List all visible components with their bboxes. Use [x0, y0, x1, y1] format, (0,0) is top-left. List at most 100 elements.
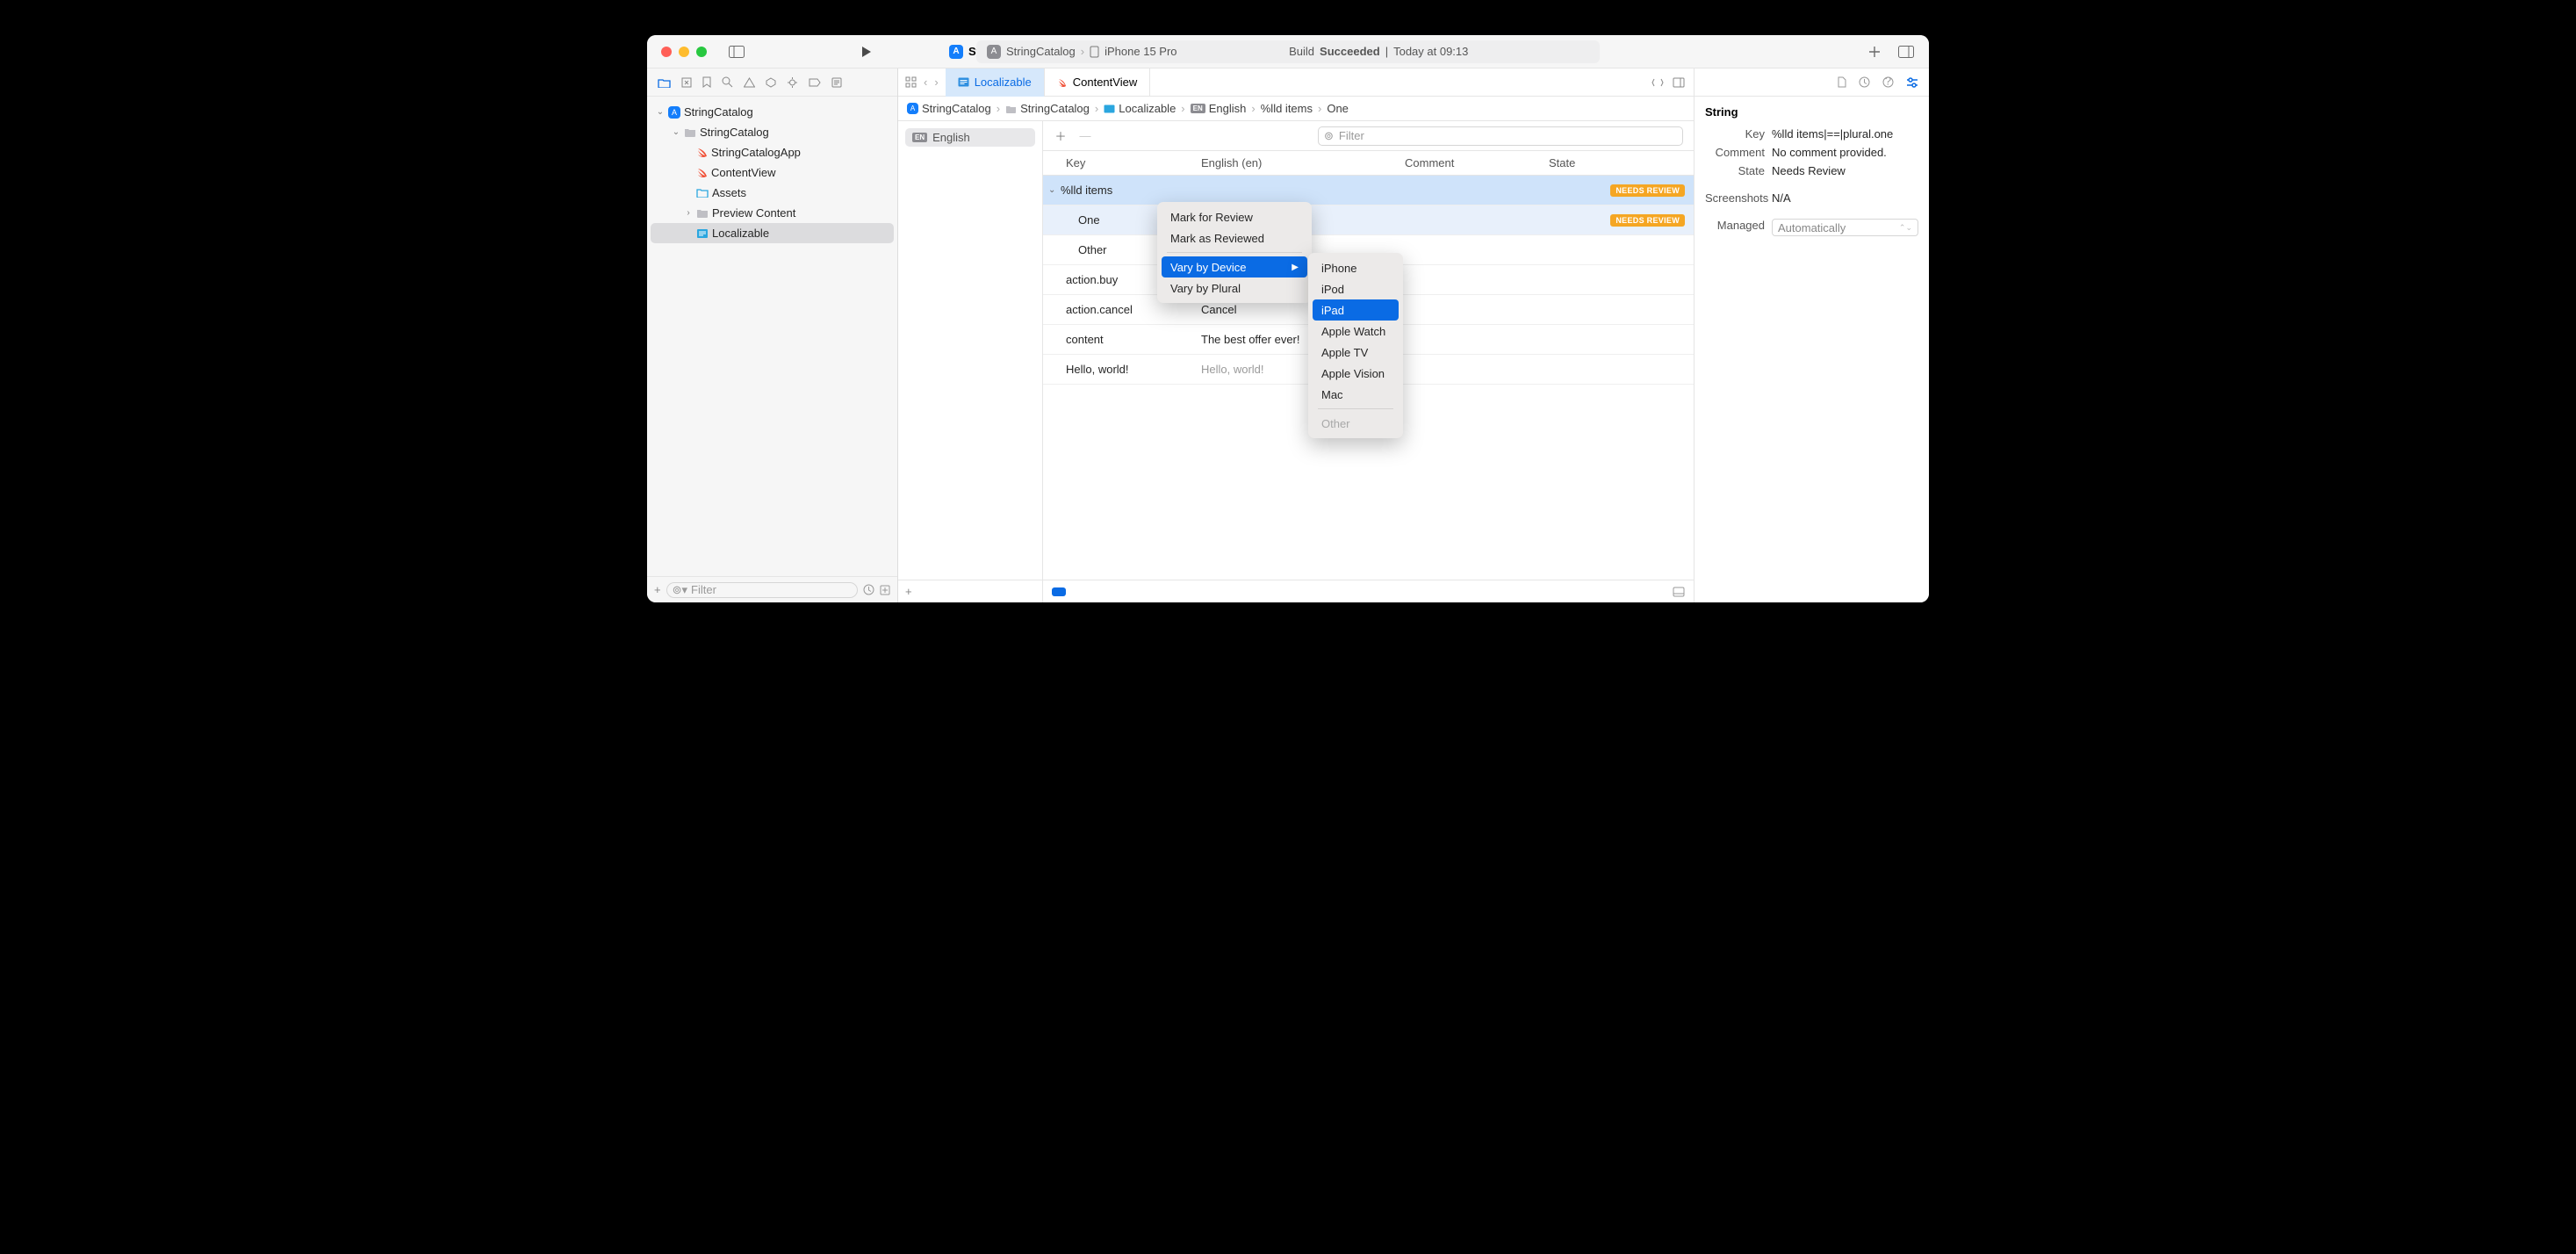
col-header-comment[interactable]: Comment: [1398, 156, 1542, 169]
disclosure-chevron-icon[interactable]: ⌄: [1048, 185, 1057, 195]
app-icon: A: [949, 45, 963, 59]
col-header-state[interactable]: State: [1542, 156, 1694, 169]
tree-file-contentview[interactable]: ContentView: [651, 162, 894, 183]
key-value: action.buy: [1066, 273, 1118, 286]
library-button[interactable]: [1894, 40, 1918, 64]
tree-file-app[interactable]: StringCatalogApp: [651, 142, 894, 162]
table-row-group[interactable]: ⌄%lld items NEEDS REVIEW: [1043, 176, 1694, 205]
navigator-selector: [647, 68, 897, 97]
menu-item-mac[interactable]: Mac: [1313, 384, 1399, 405]
remove-string-button[interactable]: —: [1078, 129, 1092, 142]
table-header: Key English (en) Comment State: [1043, 151, 1694, 176]
source-control-navigator-icon[interactable]: [681, 77, 692, 88]
tree-root[interactable]: ⌄ A StringCatalog: [651, 102, 894, 122]
menu-item-watch[interactable]: Apple Watch: [1313, 321, 1399, 342]
add-button[interactable]: [1862, 40, 1887, 64]
report-navigator-icon[interactable]: [831, 77, 842, 88]
menu-item-iphone[interactable]: iPhone: [1313, 257, 1399, 278]
disclosure-chevron-icon[interactable]: ⌄: [656, 107, 665, 117]
breadcrumb-item[interactable]: StringCatalog: [1020, 102, 1090, 115]
add-language-button[interactable]: +: [905, 585, 912, 598]
sidebar-toggle-icon[interactable]: [724, 40, 749, 64]
menu-item-ipad[interactable]: iPad: [1313, 299, 1399, 321]
status-result: Succeeded: [1320, 45, 1380, 58]
insp-label-managed: Managed: [1705, 219, 1772, 236]
menu-item-mark-reviewed[interactable]: Mark as Reviewed: [1162, 227, 1307, 249]
debug-navigator-icon[interactable]: [787, 77, 798, 88]
english-value: Hello, world!: [1201, 363, 1264, 376]
tab-contentview[interactable]: ContentView: [1045, 68, 1150, 97]
assets-icon: [696, 188, 709, 198]
attributes-inspector-icon[interactable]: [1906, 77, 1918, 88]
add-editor-icon[interactable]: [1673, 77, 1685, 88]
activity-bar[interactable]: A StringCatalog › iPhone 15 Pro Build Su…: [976, 40, 1600, 63]
table-body: ⌄%lld items NEEDS REVIEW One NEEDS REVIE…: [1043, 176, 1694, 580]
col-header-english[interactable]: English (en): [1194, 156, 1398, 169]
run-button[interactable]: [854, 40, 879, 64]
bookmarks-navigator-icon[interactable]: [702, 76, 711, 88]
issue-navigator-icon[interactable]: [744, 77, 755, 88]
menu-item-label: Apple Watch: [1321, 325, 1385, 338]
tree-label: StringCatalogApp: [711, 146, 801, 159]
submenu-arrow-icon: ▶: [1292, 263, 1299, 272]
table-row-one[interactable]: One NEEDS REVIEW: [1043, 205, 1694, 235]
breakpoint-navigator-icon[interactable]: [809, 78, 821, 87]
history-inspector-icon[interactable]: [1859, 76, 1870, 88]
help-inspector-icon[interactable]: ?: [1882, 76, 1894, 88]
breadcrumb-item[interactable]: Localizable: [1119, 102, 1176, 115]
insp-label-screenshots: Screenshots: [1705, 191, 1772, 205]
menu-item-label: iPad: [1321, 304, 1344, 317]
col-header-key[interactable]: Key: [1043, 156, 1194, 169]
navigator-filter-input[interactable]: ⊚▾ Filter: [666, 582, 858, 598]
recent-files-icon[interactable]: [863, 584, 874, 595]
tree-file-assets[interactable]: Assets: [651, 183, 894, 203]
tree-group[interactable]: ⌄ StringCatalog: [651, 122, 894, 142]
insp-value-screenshots: N/A: [1772, 191, 1918, 205]
menu-item-mark-review[interactable]: Mark for Review: [1162, 206, 1307, 227]
titlebar: A StringCatalog A StringCatalog › iPhone…: [647, 35, 1929, 68]
menu-item-ipod[interactable]: iPod: [1313, 278, 1399, 299]
test-navigator-icon[interactable]: [766, 77, 776, 88]
related-items-icon[interactable]: [905, 76, 917, 88]
tree-group-preview[interactable]: › Preview Content: [651, 203, 894, 223]
table-filter-input[interactable]: ⊚ Filter: [1318, 126, 1683, 146]
inspector-selector: ?: [1695, 68, 1929, 97]
zoom-window-button[interactable]: [696, 47, 707, 57]
nav-back-button[interactable]: ‹: [924, 76, 927, 89]
toggle-debug-area-icon[interactable]: [1673, 587, 1685, 597]
jump-bar[interactable]: A StringCatalog› StringCatalog› Localiza…: [898, 97, 1694, 121]
strings-file-icon: [958, 77, 969, 87]
menu-item-tv[interactable]: Apple TV: [1313, 342, 1399, 363]
scheme-icon: A: [987, 45, 1001, 59]
folder-icon: [684, 127, 696, 137]
key-value: Other: [1078, 243, 1107, 256]
file-inspector-icon[interactable]: [1837, 76, 1846, 88]
disclosure-chevron-icon[interactable]: ⌄: [672, 127, 680, 137]
app-icon: A: [907, 103, 918, 114]
minimize-window-button[interactable]: [679, 47, 689, 57]
menu-item-vision[interactable]: Apple Vision: [1313, 363, 1399, 384]
insp-value-state: Needs Review: [1772, 164, 1918, 177]
scm-filter-icon[interactable]: [880, 585, 890, 595]
menu-item-vary-plural[interactable]: Vary by Plural: [1162, 277, 1307, 299]
breadcrumb-item[interactable]: StringCatalog: [922, 102, 991, 115]
language-item-english[interactable]: EN English: [905, 128, 1035, 147]
menu-item-vary-device[interactable]: Vary by Device▶: [1162, 256, 1307, 277]
breadcrumb-item[interactable]: English: [1209, 102, 1247, 115]
swift-file-icon: [1057, 77, 1068, 88]
project-navigator-icon[interactable]: [658, 77, 671, 88]
tree-label: Preview Content: [712, 206, 795, 220]
tree-file-localizable[interactable]: Localizable: [651, 223, 894, 243]
breadcrumb-item[interactable]: One: [1327, 102, 1349, 115]
find-navigator-icon[interactable]: [722, 76, 733, 88]
tab-localizable[interactable]: Localizable: [946, 68, 1045, 97]
editor-area: ‹ › Localizable ContentView A St: [898, 68, 1694, 602]
close-window-button[interactable]: [661, 47, 672, 57]
adjust-editor-icon[interactable]: [1651, 77, 1664, 88]
breadcrumb-item[interactable]: %lld items: [1261, 102, 1313, 115]
add-files-button[interactable]: +: [654, 583, 661, 596]
add-string-button[interactable]: ＋: [1054, 127, 1068, 144]
nav-forward-button[interactable]: ›: [934, 76, 938, 89]
managed-select[interactable]: Automatically ⌃⌄: [1772, 219, 1918, 236]
disclosure-chevron-icon[interactable]: ›: [684, 208, 693, 218]
